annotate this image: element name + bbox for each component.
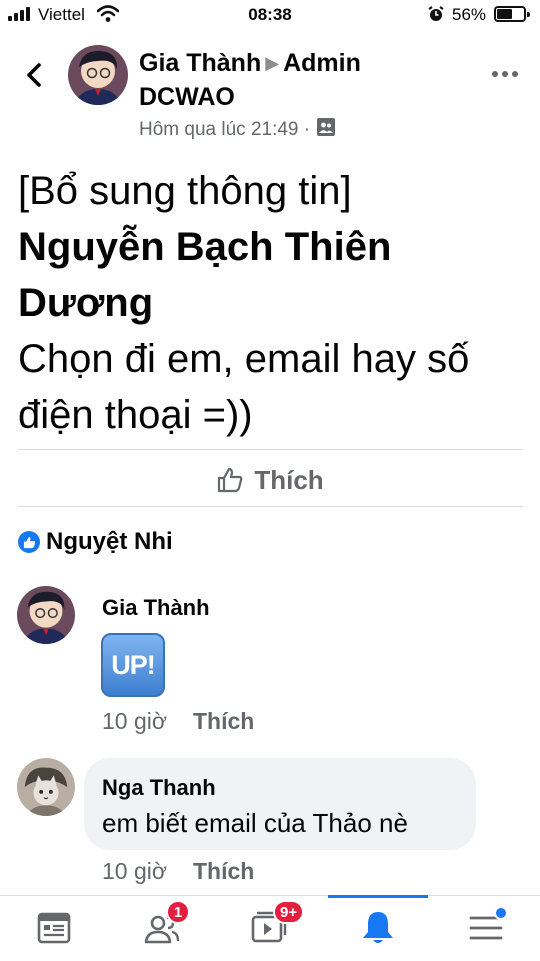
comment-meta: 10 giờ Thích: [102, 858, 254, 885]
comment-like-button[interactable]: Thích: [193, 858, 254, 885]
up-sticker: UP!: [101, 633, 165, 697]
tab-friends[interactable]: 1: [132, 900, 192, 950]
comment-meta: 10 giờ Thích: [102, 708, 254, 735]
alarm-icon: [428, 6, 444, 27]
author-avatar[interactable]: [68, 45, 128, 105]
chevron-left-icon: [27, 63, 41, 87]
post-text-line: điện thoại =)): [18, 393, 253, 437]
comment-author[interactable]: Gia Thành: [102, 595, 210, 621]
comment-text: em biết email của Thảo nè: [102, 808, 408, 838]
tab-notifications[interactable]: [348, 906, 408, 950]
post-text-line: Chọn đi em, email hay số: [18, 337, 470, 381]
active-tab-indicator: [328, 895, 428, 898]
post-text-line: Dương: [18, 281, 154, 325]
comment-like-button[interactable]: Thích: [193, 708, 254, 735]
group-members-icon: [316, 117, 336, 143]
menu-notification-dot: [494, 906, 508, 920]
bottom-navigation: 1 9+: [0, 895, 540, 961]
post-like-label: Thích: [254, 464, 324, 495]
commenter-avatar[interactable]: [17, 586, 75, 644]
tab-menu[interactable]: [456, 906, 516, 950]
post-timestamp-row: Hôm qua lúc 21:49 ·: [139, 117, 336, 143]
post-body: [Bổ sung thông tin] Nguyễn Bạch Thiên Dư…: [18, 163, 523, 443]
play-arrow-icon: ▶: [265, 53, 280, 73]
battery-fill: [497, 9, 512, 19]
reacted-by-name: Nguyệt Nhi: [46, 528, 173, 555]
battery-percent: 56%: [452, 5, 487, 24]
thumbs-up-icon: [218, 467, 243, 493]
comment-author[interactable]: Nga Thanh: [102, 775, 216, 801]
divider: [18, 449, 523, 450]
post-text-line: Nguyễn Bạch Thiên: [18, 225, 392, 269]
tab-watch[interactable]: 9+: [239, 900, 305, 950]
bell-icon: [363, 912, 393, 943]
post-like-button[interactable]: Thích: [0, 460, 540, 500]
back-button[interactable]: [20, 60, 50, 90]
comment-time: 10 giờ: [102, 708, 167, 734]
status-bar: Viettel 08:38 56%: [0, 0, 540, 30]
like-reaction-icon: [18, 531, 40, 553]
more-options-button[interactable]: [490, 67, 520, 81]
news-feed-icon: [37, 912, 71, 944]
author-name[interactable]: Gia Thành: [139, 49, 261, 77]
reactions-summary[interactable]: Nguyệt Nhi: [18, 528, 173, 556]
post-author-line: Gia Thành ▶ Admin DCWAO: [139, 47, 439, 113]
watch-badge: 9+: [273, 900, 305, 924]
more-horizontal-icon: [492, 71, 518, 77]
post-text-line: [Bổ sung thông tin]: [18, 169, 352, 213]
commenter-avatar[interactable]: [17, 758, 75, 816]
tab-news-feed[interactable]: [24, 906, 84, 950]
friends-badge: 1: [166, 900, 190, 924]
divider: [18, 506, 523, 507]
post-timestamp[interactable]: Hôm qua lúc 21:49 ·: [139, 119, 310, 141]
comment-time: 10 giờ: [102, 858, 167, 884]
battery-icon: [494, 6, 530, 22]
